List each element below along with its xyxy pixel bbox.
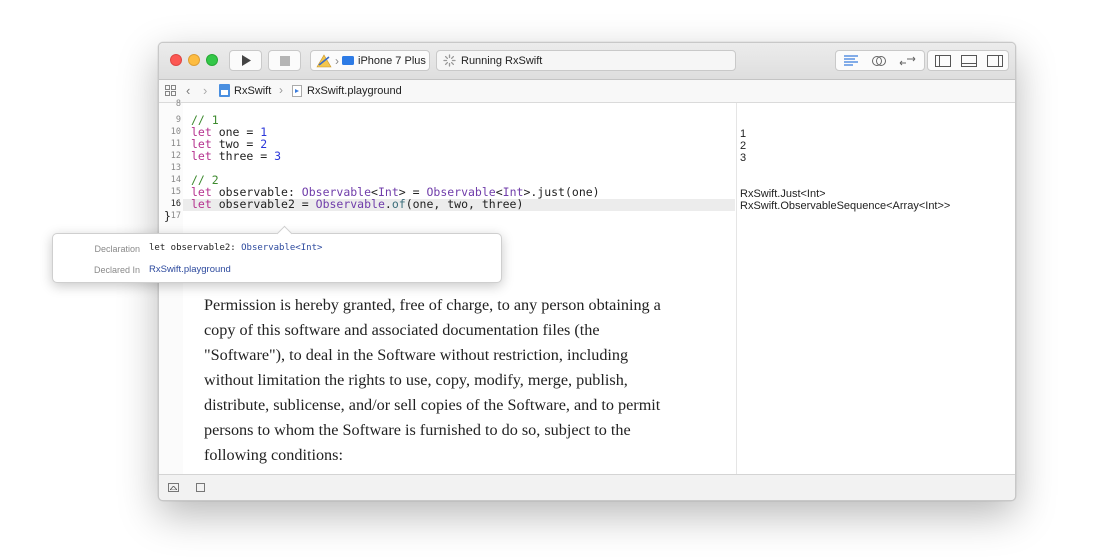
standard-editor-button[interactable] [838, 53, 864, 68]
zoom-window-button[interactable] [206, 54, 218, 66]
result-value[interactable]: 3 [740, 152, 746, 164]
declared-in-link[interactable]: RxSwift.playground [149, 264, 231, 275]
license-line: distribute, sublicense, and/or sell copi… [204, 396, 661, 414]
results-sidebar: 1 2 3 RxSwift.Just<Int> RxSwift.Observab… [736, 103, 1015, 474]
line-number: 12 [170, 151, 181, 161]
result-value[interactable]: 2 [740, 140, 746, 152]
declaration-type[interactable]: Observable<Int> [241, 243, 322, 253]
debug-panel-icon [961, 54, 977, 67]
play-icon [241, 55, 251, 66]
debug-toggle-button[interactable] [957, 53, 981, 68]
utilities-toggle-button[interactable] [983, 53, 1007, 68]
utilities-panel-icon [987, 54, 1003, 67]
result-value[interactable]: RxSwift.ObservableSequence<Array<Int>> [740, 200, 950, 212]
breadcrumb-separator-icon: › [279, 83, 283, 97]
project-icon [219, 84, 230, 97]
rendered-markup: Copyright (c) 2014-2016 Razeware LLC Per… [187, 103, 735, 474]
license-line: copy of this software and associated doc… [204, 321, 600, 339]
activity-text: Running RxSwift [461, 54, 543, 67]
result-value[interactable]: 1 [740, 128, 746, 140]
spinner-icon [443, 54, 456, 67]
chevron-right-icon: › [335, 53, 339, 68]
close-window-button[interactable] [170, 54, 182, 66]
line-number: 8 [175, 99, 181, 109]
declaration-label: Declaration [94, 244, 140, 254]
license-line: Permission is hereby granted, free of ch… [204, 296, 661, 314]
device-label: iPhone 7 Plus [358, 54, 426, 67]
navigator-panel-icon [935, 54, 951, 67]
line-number: 14 [170, 175, 181, 185]
editor-mode-control [835, 50, 925, 71]
standard-editor-icon [844, 55, 858, 66]
forward-arrow-icon[interactable]: › [203, 83, 207, 98]
license-line: persons to whom the Software is furnishe… [204, 421, 631, 439]
assistant-editor-icon [872, 55, 886, 66]
line-number: 9 [175, 115, 181, 125]
code-editor[interactable]: 8 9 10 11 12 13 14 15 16 17 // 1 let one… [159, 99, 735, 474]
device-icon [342, 56, 354, 65]
toolbar: › iPhone 7 Plus Running RxSwift [159, 43, 1015, 80]
stop-icon [279, 55, 290, 66]
declaration-value: let observable2: Observable<Int> [149, 243, 322, 253]
license-line: without limitation the rights to use, co… [204, 371, 628, 389]
jump-bar: ‹ › RxSwift › RxSwift.playground [159, 80, 1015, 103]
breadcrumb-project[interactable]: RxSwift [234, 85, 271, 97]
panel-toggle-control [927, 50, 1009, 71]
related-items-icon[interactable] [165, 85, 176, 96]
declared-in-label: Declared In [93, 265, 140, 275]
playground-file-icon [292, 85, 302, 97]
stop-execution-button[interactable] [196, 483, 205, 492]
debug-bar [159, 474, 1015, 500]
version-editor-icon [899, 56, 916, 65]
xcode-app-icon [316, 53, 332, 67]
show-debug-area-button[interactable] [168, 483, 179, 492]
version-editor-button[interactable] [894, 53, 922, 68]
declaration-prefix: let observable2: [149, 243, 242, 253]
line-number: 15 [170, 187, 181, 197]
triangle-up-icon [170, 485, 177, 490]
license-line: following conditions: [204, 446, 343, 464]
line-number: 16 [170, 199, 181, 209]
run-button[interactable] [229, 50, 262, 71]
license-text: Permission is hereby granted, free of ch… [187, 291, 735, 474]
breadcrumb-file[interactable]: RxSwift.playground [307, 85, 402, 97]
scheme-selector[interactable]: › iPhone 7 Plus [310, 50, 430, 71]
license-line: "Software"), to deal in the Software wit… [204, 346, 629, 364]
result-value[interactable]: RxSwift.Just<Int> [740, 188, 826, 200]
assistant-editor-button[interactable] [866, 53, 892, 68]
line-number-gutter: 8 9 10 11 12 13 14 15 16 17 [159, 99, 183, 474]
stop-button[interactable] [268, 50, 301, 71]
quick-help-popover: Declaration let observable2: Observable<… [52, 225, 502, 283]
line-number: 13 [170, 163, 181, 173]
activity-viewer: Running RxSwift [436, 50, 736, 71]
line-number: 11 [170, 139, 181, 149]
minimize-window-button[interactable] [188, 54, 200, 66]
closing-brace: } [164, 209, 171, 223]
line-number: 10 [170, 127, 181, 137]
navigator-toggle-button[interactable] [931, 53, 955, 68]
back-arrow-icon[interactable]: ‹ [186, 83, 190, 98]
